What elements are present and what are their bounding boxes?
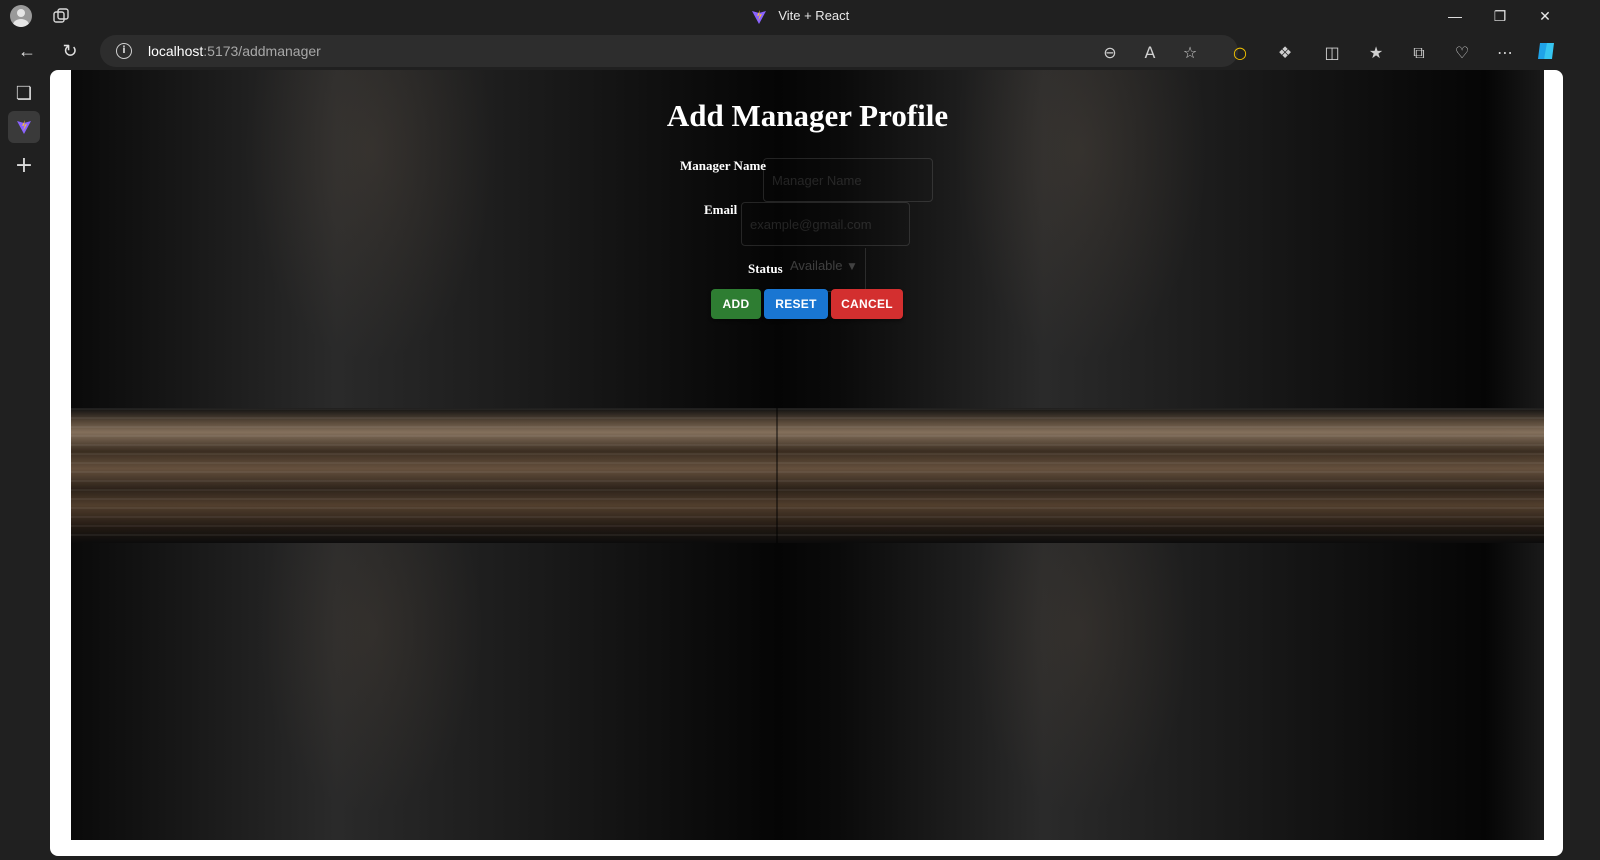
favorite-star-icon[interactable]: ☆ xyxy=(1180,43,1200,63)
extensions-icon[interactable]: ❖ xyxy=(1275,43,1295,63)
status-select-value: Available xyxy=(790,258,843,273)
tab-actions-icon[interactable]: ❏ xyxy=(8,78,40,110)
extension-ring-icon[interactable]: ○ xyxy=(1230,43,1250,63)
site-info-icon[interactable]: i xyxy=(116,43,132,59)
wood-shelf-background xyxy=(71,408,1544,543)
address-bar[interactable]: i localhost:5173/addmanager ⊖ A ☆ xyxy=(100,35,1238,67)
background-seam xyxy=(776,408,778,543)
window-title-text: Vite + React xyxy=(778,8,850,23)
copilot-icon[interactable] xyxy=(1535,39,1559,63)
restore-icon[interactable]: ❐ xyxy=(1488,5,1512,27)
minimize-icon[interactable]: — xyxy=(1443,5,1467,27)
window-title: Vite + React xyxy=(0,8,1600,25)
email-label: Email xyxy=(704,202,738,217)
add-button[interactable]: ADD xyxy=(711,289,761,319)
status-select[interactable]: Available ▼ xyxy=(782,248,866,292)
cancel-button[interactable]: CANCEL xyxy=(831,289,903,319)
manager-name-label: Manager Name xyxy=(680,158,767,173)
email-input[interactable] xyxy=(741,202,910,246)
collections-icon[interactable]: ⧉ xyxy=(1409,43,1429,63)
navigation-bar: ← ↻ i localhost:5173/addmanager ⊖ A ☆ ○ … xyxy=(0,32,1600,70)
page-title: Add Manager Profile xyxy=(666,98,949,133)
vite-logo-icon xyxy=(751,9,766,24)
split-screen-icon[interactable]: ◫ xyxy=(1322,43,1342,63)
page-background: Add Manager Profile Manager Name Email S… xyxy=(71,70,1544,840)
zoom-out-icon[interactable]: ⊖ xyxy=(1100,43,1120,63)
manager-name-input[interactable] xyxy=(763,158,933,202)
read-aloud-icon[interactable]: A xyxy=(1140,43,1160,63)
page-viewport: Add Manager Profile Manager Name Email S… xyxy=(50,70,1563,856)
browser-essentials-icon[interactable]: ♡ xyxy=(1452,43,1472,63)
browser-sidebar: ❏ + xyxy=(0,70,50,860)
back-icon[interactable]: ← xyxy=(15,39,39,63)
reset-button[interactable]: RESET xyxy=(764,289,828,319)
close-icon[interactable]: ✕ xyxy=(1533,5,1557,27)
status-label: Status xyxy=(748,261,783,276)
title-bar: Vite + React — ❐ ✕ xyxy=(0,0,1600,32)
more-options-icon[interactable]: ⋯ xyxy=(1495,43,1515,63)
refresh-icon[interactable]: ↻ xyxy=(58,39,82,63)
favorites-icon[interactable]: ★ xyxy=(1366,43,1386,63)
chevron-down-icon: ▼ xyxy=(848,261,856,272)
url-text[interactable]: localhost:5173/addmanager xyxy=(148,43,321,59)
new-tab-icon[interactable]: + xyxy=(8,150,40,182)
vite-tab-icon[interactable] xyxy=(8,111,40,143)
